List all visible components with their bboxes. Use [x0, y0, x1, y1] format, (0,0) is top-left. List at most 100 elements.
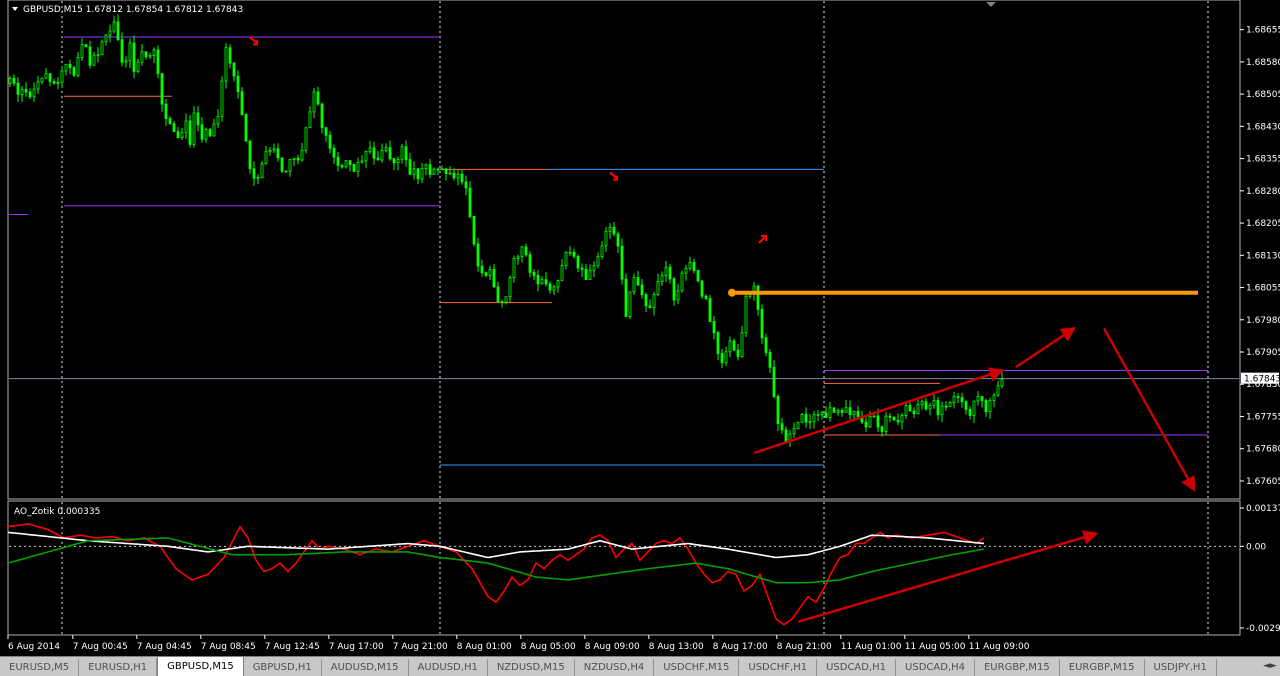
candle-body	[744, 295, 748, 334]
current-price-label: 1.67843	[1244, 375, 1280, 385]
candle-body	[824, 412, 828, 418]
tab-eurgbp-m15[interactable]: EURGBP,M15	[1060, 659, 1145, 676]
candle-body	[208, 128, 212, 137]
candle-body	[296, 157, 300, 161]
candle-body	[136, 61, 140, 72]
candle-body	[444, 168, 448, 175]
candle-body	[424, 164, 428, 169]
candle-body	[200, 124, 204, 140]
tab-usdcad-h1[interactable]: USDCAD,H1	[817, 659, 897, 676]
price-tick-label: 1.67905	[1246, 348, 1280, 358]
candle-body	[192, 112, 196, 145]
candle-body	[420, 168, 424, 180]
candle-body	[812, 414, 816, 422]
chart-canvas[interactable]: 1.68655 1.68580 1.68505 1.68430 1.68355 1.682…	[0, 0, 1280, 656]
candle-body	[648, 305, 652, 309]
candle-body	[588, 269, 592, 280]
time-axis[interactable]: 6 Aug 2014 7 Aug 00:45 7 Aug 04:45 7 Aug 08…	[7, 635, 1030, 652]
price-axis[interactable]: 1.68655 1.68580 1.68505 1.68430 1.68355 1.682…	[1240, 26, 1280, 634]
tab-nzdusd-m15[interactable]: NZDUSD,M15	[488, 659, 575, 676]
candle-body	[112, 21, 116, 32]
arrow-left-right-icon[interactable]: ◄►	[1260, 657, 1280, 676]
candle-body	[564, 251, 568, 266]
candle-body	[980, 396, 984, 402]
candle-body	[820, 412, 824, 415]
candle-body	[300, 149, 304, 161]
tab-eurusd-m5[interactable]: EURUSD,M5	[0, 659, 80, 676]
candle-body	[808, 421, 812, 423]
price-tick-label: 1.68355	[1246, 155, 1280, 165]
price-tick-label: 1.68505	[1246, 90, 1280, 100]
candle-body	[96, 54, 100, 57]
candle-body	[892, 416, 896, 421]
tab-gbpusd-h1[interactable]: GBPUSD,H1	[244, 659, 322, 676]
tab-gbpusd-m15[interactable]: GBPUSD,M15	[157, 657, 244, 676]
candle-body	[900, 415, 904, 423]
candle-body	[736, 349, 740, 357]
chart-menu-triangle-icon[interactable]	[12, 7, 18, 11]
tab-usdchf-m15[interactable]: USDCHF,M15	[654, 659, 740, 676]
candle-body	[640, 284, 644, 296]
price-tick-label: 1.67755	[1246, 412, 1280, 422]
candle-body	[520, 246, 524, 258]
candle-body	[220, 80, 224, 117]
tab-eurgbp-m15[interactable]: EURGBP,M15	[975, 659, 1060, 676]
candle-body	[440, 168, 444, 171]
price-tick-label: 1.68055	[1246, 284, 1280, 294]
tab-eurusd-h1[interactable]: EURUSD,H1	[79, 659, 158, 676]
candle-body	[604, 231, 608, 247]
candle-body	[152, 49, 156, 57]
tab-audusd-h1[interactable]: AUDUSD,H1	[409, 659, 488, 676]
candle-body	[644, 294, 648, 307]
indicator-series-line	[7, 531, 985, 559]
tab-usdjpy-h1[interactable]: USDJPY,H1	[1145, 659, 1217, 676]
annotations[interactable]	[249, 36, 1198, 624]
indicator-tick-label: 0.00	[1246, 542, 1266, 552]
time-tick-label: 7 Aug 04:45	[137, 642, 192, 652]
candle-body	[400, 146, 404, 160]
candle-body	[528, 254, 532, 273]
candle-body	[704, 295, 708, 299]
candle-body	[612, 226, 616, 235]
candle-body	[928, 404, 932, 410]
price-tick-label: 1.68130	[1246, 251, 1280, 261]
candle-body	[352, 164, 356, 172]
candle-body	[268, 149, 272, 153]
indicator-trend-arrow	[797, 530, 1099, 624]
candle-body	[320, 103, 324, 128]
tab-audusd-m15[interactable]: AUDUSD,M15	[322, 659, 409, 676]
candle-body	[692, 262, 696, 271]
candle-body	[252, 168, 256, 179]
candle-body	[52, 81, 56, 84]
candle-body	[76, 56, 80, 76]
candle-body	[356, 162, 360, 172]
support-resistance-levels[interactable]	[8, 36, 1208, 466]
candle-body	[756, 285, 760, 310]
candle-body	[88, 46, 92, 66]
tab-nzdusd-h4[interactable]: NZDUSD,H4	[575, 659, 655, 676]
candle-body	[772, 366, 776, 397]
scroll-marker-icon[interactable]	[986, 2, 996, 7]
candle-body	[584, 268, 588, 280]
indicator-frame	[7, 500, 1241, 636]
candle-body	[532, 271, 536, 276]
candle-body	[184, 120, 188, 133]
time-tick-label: 11 Aug 05:00	[905, 642, 966, 652]
candle-body	[236, 75, 240, 93]
candle-body	[204, 128, 208, 140]
candle-body	[84, 44, 88, 48]
candle-body	[984, 400, 988, 413]
candle-body	[28, 91, 32, 98]
tab-usdcad-h4[interactable]: USDCAD,H4	[896, 659, 975, 676]
candle-body	[264, 151, 268, 165]
candle-body	[544, 279, 548, 285]
candle-body	[92, 54, 96, 66]
time-tick-label: 8 Aug 01:00	[457, 642, 512, 652]
candle-body	[600, 245, 604, 257]
candle-body	[684, 267, 688, 274]
candle-body	[180, 132, 184, 139]
candle-body	[232, 62, 236, 77]
candle-body	[16, 82, 20, 95]
orange-level-anchor	[728, 288, 736, 297]
tab-usdchf-h1[interactable]: USDCHF,H1	[739, 659, 818, 676]
